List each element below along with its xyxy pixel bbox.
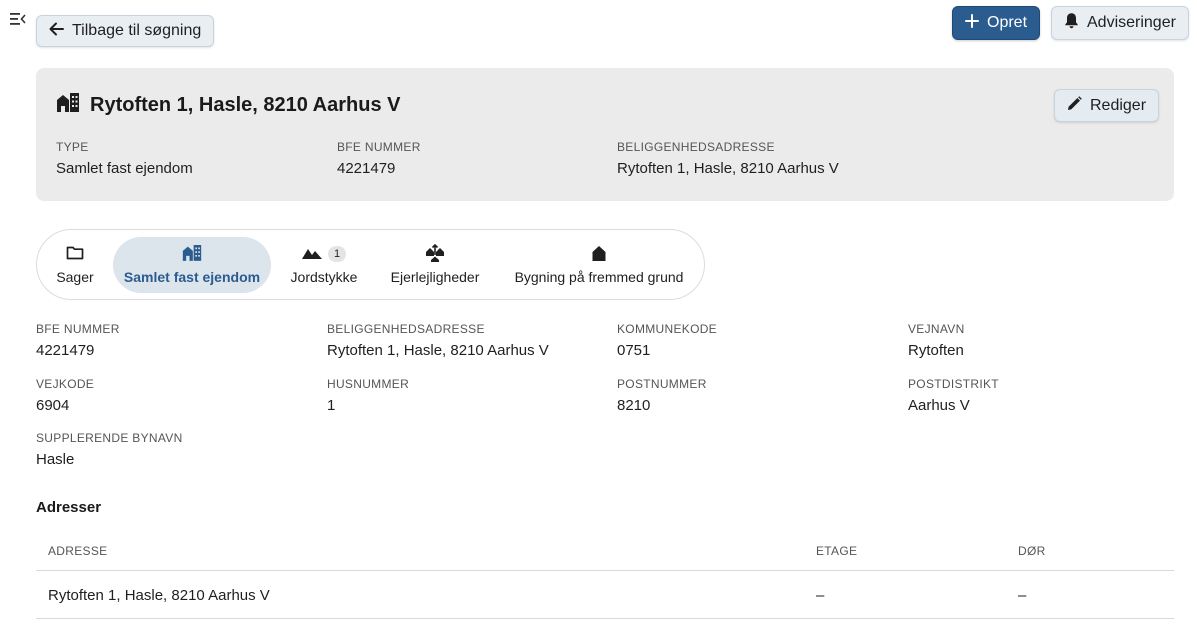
tab-label: Jordstykke	[290, 269, 358, 285]
addresses-section-title: Adresser	[36, 499, 102, 516]
pencil-icon	[1067, 95, 1082, 116]
tab-label: Sager	[56, 269, 94, 285]
field-label: KOMMUNEKODE	[617, 322, 717, 336]
field-value: 0751	[617, 342, 651, 359]
field-value: Rytoften 1, Hasle, 8210 Aarhus V	[327, 342, 549, 359]
field-value: 4221479	[337, 160, 396, 177]
property-tabs: Sager Samlet fast ejendom 1 Jordstykke E…	[36, 229, 705, 300]
folder-icon	[66, 245, 84, 263]
table-header: ADRESSE ETAGE DØR	[36, 530, 1174, 571]
field-value: Rytoften	[908, 342, 964, 359]
column-header-floor: ETAGE	[816, 544, 858, 558]
notifications-button-label: Adviseringer	[1087, 14, 1176, 31]
addresses-table: ADRESSE ETAGE DØR Rytoften 1, Hasle, 821…	[36, 530, 1174, 619]
field-label: BFE NUMMER	[36, 322, 120, 336]
arrow-left-icon	[49, 22, 64, 41]
tab-bygning-paa-fremmed-grund[interactable]: Bygning på fremmed grund	[515, 237, 683, 293]
tab-sager[interactable]: Sager	[51, 237, 99, 293]
column-header-door: DØR	[1018, 544, 1046, 558]
field-label: HUSNUMMER	[327, 377, 410, 391]
field-value: Samlet fast ejendom	[56, 160, 193, 177]
cell-door: –	[1018, 587, 1027, 604]
tab-label: Ejerlejligheder	[390, 269, 480, 285]
property-title-row: Rytoften 1, Hasle, 8210 Aarhus V	[56, 92, 401, 118]
page: Tilbage til søgning Opret Adviseringer R…	[0, 0, 1197, 637]
plus-icon	[965, 13, 979, 33]
cell-address: Rytoften 1, Hasle, 8210 Aarhus V	[48, 587, 270, 604]
back-button-label: Tilbage til søgning	[72, 22, 202, 39]
detail-bfe-number: BFE NUMMER 4221479	[36, 322, 120, 359]
header-field-type: TYPE Samlet fast ejendom	[56, 140, 193, 177]
building-icon	[56, 92, 80, 118]
tab-label: Samlet fast ejendom	[123, 269, 261, 285]
detail-house-number: HUSNUMMER 1	[327, 377, 409, 414]
menu-collapse-icon[interactable]	[9, 11, 27, 27]
detail-postal-district: POSTDISTRIKT Aarhus V	[908, 377, 999, 414]
terrain-icon	[302, 246, 322, 262]
tab-ejerlejligheder[interactable]: Ejerlejligheder	[389, 237, 481, 293]
field-value: Rytoften 1, Hasle, 8210 Aarhus V	[617, 160, 839, 177]
field-value: 1	[327, 397, 336, 414]
property-header-card: Rytoften 1, Hasle, 8210 Aarhus V Rediger…	[36, 68, 1174, 201]
field-label: POSTNUMMER	[617, 377, 707, 391]
detail-municipality-code: KOMMUNEKODE 0751	[617, 322, 717, 359]
detail-road-code: VEJKODE 6904	[36, 377, 94, 414]
tab-samlet-fast-ejendom[interactable]: Samlet fast ejendom	[113, 237, 271, 293]
back-to-search-button[interactable]: Tilbage til søgning	[36, 15, 215, 47]
table-row[interactable]: Rytoften 1, Hasle, 8210 Aarhus V – –	[36, 571, 1174, 619]
detail-postal-code: POSTNUMMER 8210	[617, 377, 707, 414]
detail-address: BELIGGENHEDSADRESSE Rytoften 1, Hasle, 8…	[327, 322, 549, 359]
field-label: VEJNAVN	[908, 322, 965, 336]
tab-label: Bygning på fremmed grund	[514, 269, 684, 285]
column-header-address: ADRESSE	[48, 544, 108, 558]
notifications-button[interactable]: Adviseringer	[1051, 6, 1189, 40]
detail-supplementary-town-name: SUPPLERENDE BYNAVN Hasle	[36, 431, 183, 468]
field-value: Aarhus V	[908, 397, 970, 414]
cell-floor: –	[816, 587, 825, 604]
field-value: 6904	[36, 397, 70, 414]
header-field-address: BELIGGENHEDSADRESSE Rytoften 1, Hasle, 8…	[617, 140, 839, 177]
field-label: BELIGGENHEDSADRESSE	[617, 140, 775, 154]
edit-button-label: Rediger	[1090, 96, 1147, 114]
field-value: 8210	[617, 397, 651, 414]
tab-jordstykke[interactable]: 1 Jordstykke	[287, 237, 361, 293]
field-label: BFE NUMMER	[337, 140, 421, 154]
field-label: SUPPLERENDE BYNAVN	[36, 431, 183, 445]
field-value: Hasle	[36, 451, 75, 468]
create-button-label: Opret	[987, 14, 1028, 31]
apartments-icon	[425, 243, 445, 265]
header-field-bfe-number: BFE NUMMER 4221479	[337, 140, 421, 177]
create-button[interactable]: Opret	[952, 6, 1041, 40]
bell-icon	[1064, 12, 1079, 34]
field-label: TYPE	[56, 140, 89, 154]
house-icon	[591, 245, 607, 264]
building-icon	[182, 244, 202, 264]
field-label: BELIGGENHEDSADRESSE	[327, 322, 485, 336]
field-value: 4221479	[36, 342, 95, 359]
detail-road-name: VEJNAVN Rytoften	[908, 322, 965, 359]
field-label: POSTDISTRIKT	[908, 377, 999, 391]
property-title: Rytoften 1, Hasle, 8210 Aarhus V	[90, 93, 401, 116]
edit-button[interactable]: Rediger	[1054, 89, 1160, 122]
field-label: VEJKODE	[36, 377, 95, 391]
tab-count-badge: 1	[328, 246, 346, 262]
